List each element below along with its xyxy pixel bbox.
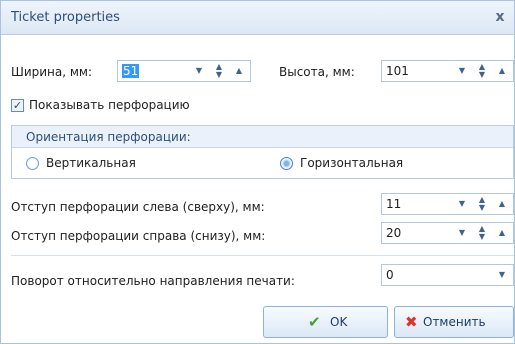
rotation-combobox[interactable]: 0 ▼ xyxy=(381,264,514,286)
check-icon: ✔ xyxy=(308,313,321,331)
orientation-group-label: Ориентация перфорации: xyxy=(26,130,191,144)
updown-icon[interactable]: ▲ ▼ xyxy=(475,194,489,214)
title-bar: Ticket properties x xyxy=(1,1,514,35)
horizontal-label[interactable]: Горизонтальная xyxy=(300,156,403,170)
width-spinner[interactable]: 51 ▼ ▲ ▼ ▲ xyxy=(117,60,251,82)
dropdown-arrow-icon[interactable]: ▼ xyxy=(192,61,206,81)
ticket-properties-dialog: Ticket properties x Ширина, мм: 51 ▼ ▲ ▼ … xyxy=(0,0,515,344)
increment-icon[interactable]: ▲ xyxy=(495,61,509,81)
updown-icon[interactable]: ▲ ▼ xyxy=(212,61,226,81)
show-perforation-label[interactable]: Показывать перфорацию xyxy=(29,98,190,112)
group-header: Ориентация перфорации: xyxy=(12,126,513,148)
height-value[interactable]: 101 xyxy=(386,64,409,78)
cross-icon: ✖ xyxy=(405,313,418,331)
width-value[interactable]: 51 xyxy=(122,64,140,78)
vertical-label[interactable]: Вертикальная xyxy=(46,156,136,170)
increment-icon[interactable]: ▲ xyxy=(495,194,509,214)
ok-button[interactable]: ✔ OK xyxy=(263,306,388,338)
right-offset-value[interactable]: 20 xyxy=(386,226,401,240)
rotation-value[interactable]: 0 xyxy=(386,268,394,282)
divider xyxy=(11,255,514,256)
updown-icon[interactable]: ▲ ▼ xyxy=(475,61,489,81)
close-icon[interactable]: x xyxy=(492,8,508,26)
width-label: Ширина, мм: xyxy=(11,65,93,79)
window-title: Ticket properties xyxy=(11,10,120,25)
right-offset-spinner[interactable]: 20 ▼ ▲ ▼ ▲ xyxy=(381,222,514,244)
height-label: Высота, мм: xyxy=(279,65,355,79)
height-spinner[interactable]: 101 ▼ ▲ ▼ ▲ xyxy=(381,60,514,82)
show-perforation-checkbox[interactable]: ✓ xyxy=(11,99,24,112)
increment-icon[interactable]: ▲ xyxy=(232,61,246,81)
left-offset-spinner[interactable]: 11 ▼ ▲ ▼ ▲ xyxy=(381,193,514,215)
left-offset-label: Отступ перфорации слева (сверху), мм: xyxy=(11,200,265,214)
cancel-label: Отменить xyxy=(423,315,486,329)
increment-icon[interactable]: ▲ xyxy=(495,223,509,243)
cancel-button[interactable]: ✖ Отменить xyxy=(394,306,514,338)
dropdown-arrow-icon[interactable]: ▼ xyxy=(455,194,469,214)
vertical-radio[interactable] xyxy=(26,157,39,170)
ok-label: OK xyxy=(330,315,348,329)
rotation-label: Поворот относительно направления печати: xyxy=(11,274,295,288)
dropdown-arrow-icon[interactable]: ▼ xyxy=(495,265,509,285)
horizontal-radio[interactable] xyxy=(280,157,293,170)
updown-icon[interactable]: ▲ ▼ xyxy=(475,223,489,243)
dropdown-arrow-icon[interactable]: ▼ xyxy=(455,61,469,81)
perforation-orientation-group: Ориентация перфорации: Вертикальная Гори… xyxy=(11,125,514,179)
dropdown-arrow-icon[interactable]: ▼ xyxy=(455,223,469,243)
left-offset-value[interactable]: 11 xyxy=(386,197,401,211)
right-offset-label: Отступ перфорации справа (снизу), мм: xyxy=(11,229,266,243)
